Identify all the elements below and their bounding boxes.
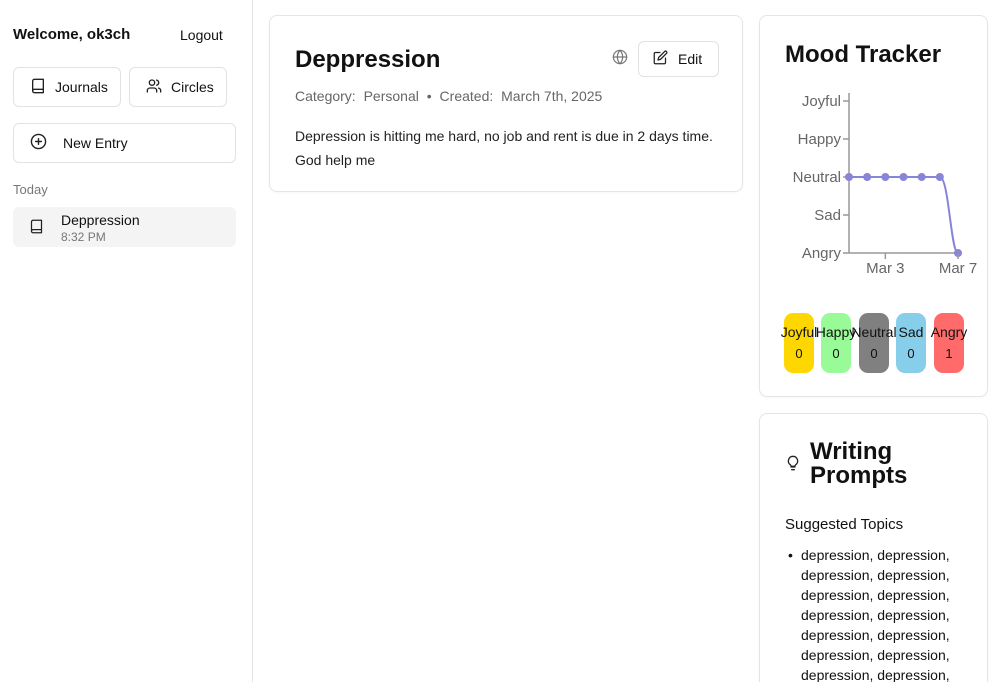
circles-label: Circles	[171, 79, 214, 95]
writing-prompts-card: Writing Prompts Suggested Topics depress…	[759, 413, 988, 682]
data-point	[899, 173, 908, 181]
journals-label: Journals	[55, 79, 108, 95]
y-tick-label: Happy	[798, 131, 842, 148]
sidebar: Welcome, ok3ch Logout Journals Circles N…	[0, 0, 253, 682]
new-entry-button[interactable]: New Entry	[13, 123, 236, 163]
created-label: Created:	[439, 88, 494, 104]
mood-count-label: Angry	[930, 324, 968, 340]
writing-prompts-title: Writing Prompts	[810, 438, 908, 489]
edit-label: Edit	[678, 51, 703, 67]
mood-tracker-card: Mood Tracker Angry Sad Neutral Happy Joyful M…	[759, 15, 988, 397]
edit-button[interactable]: Edit	[638, 41, 719, 77]
created-value: March 7th, 2025	[501, 88, 603, 104]
data-point	[917, 173, 926, 181]
entry-item-time: 8:32 PM	[61, 230, 106, 244]
mood-count-label: Joyful	[780, 324, 818, 340]
series-line	[849, 176, 959, 254]
entry-meta: Category: Personal • Created: March 7th,…	[295, 88, 606, 104]
suggested-topics-label: Suggested Topics	[785, 516, 904, 533]
data-point	[845, 173, 853, 181]
entry-card: Deppression Edit Category: Personal • Cr…	[269, 15, 743, 192]
users-icon	[146, 78, 162, 97]
mood-count-angry: Angry 1	[931, 313, 967, 373]
topics-list: depression, depression, depression, depr…	[788, 545, 968, 682]
plus-circle-icon	[30, 133, 47, 153]
mood-count-neutral: Neutral 0	[851, 313, 897, 373]
y-tick-label: Joyful	[802, 93, 841, 110]
category-label: Category:	[295, 88, 356, 104]
section-today-label: Today	[13, 182, 48, 197]
data-point	[935, 173, 944, 181]
mood-count-happy: Happy 0	[816, 313, 856, 373]
mood-count-value: 0	[795, 346, 803, 361]
mood-chart: Angry Sad Neutral Happy Joyful Mar 3 Mar 7	[793, 93, 977, 277]
meta-separator: •	[426, 88, 432, 104]
lightbulb-icon	[785, 454, 801, 477]
x-tick-label: Mar 7	[939, 260, 977, 277]
y-tick-label: Neutral	[793, 169, 841, 186]
y-tick-label: Angry	[802, 245, 842, 262]
book-icon	[30, 78, 46, 97]
welcome-text: Welcome, ok3ch	[13, 26, 131, 43]
mood-count-label: Neutral	[851, 324, 897, 340]
edit-icon	[653, 50, 668, 68]
new-entry-label: New Entry	[63, 135, 128, 151]
mood-count-joyful: Joyful 0	[781, 313, 817, 373]
mood-count-value: 1	[945, 346, 953, 361]
y-tick-label: Sad	[814, 207, 841, 224]
entry-body: Depression is hitting me hard, no job an…	[295, 128, 713, 168]
page-title: Deppression	[295, 46, 441, 73]
globe-icon[interactable]	[612, 49, 628, 70]
mood-count-value: 0	[870, 346, 878, 361]
list-item: depression, depression, depression, depr…	[788, 545, 968, 682]
entry-item-title: Deppression	[61, 212, 140, 228]
mood-count-value: 0	[832, 346, 840, 361]
mood-count-label: Sad	[898, 324, 924, 340]
journals-button[interactable]: Journals	[13, 67, 121, 107]
mood-count-label: Happy	[815, 324, 857, 340]
book-icon	[29, 219, 44, 239]
list-item[interactable]: Deppression 8:32 PM	[13, 207, 236, 247]
logout-button[interactable]: Logout	[170, 22, 233, 48]
mood-count-sad: Sad 0	[896, 313, 926, 373]
mood-count-value: 0	[907, 346, 915, 361]
data-point	[863, 173, 872, 181]
data-point	[881, 173, 890, 181]
x-tick-label: Mar 3	[866, 260, 904, 277]
circles-button[interactable]: Circles	[129, 67, 227, 107]
category-value: Personal	[363, 88, 419, 104]
